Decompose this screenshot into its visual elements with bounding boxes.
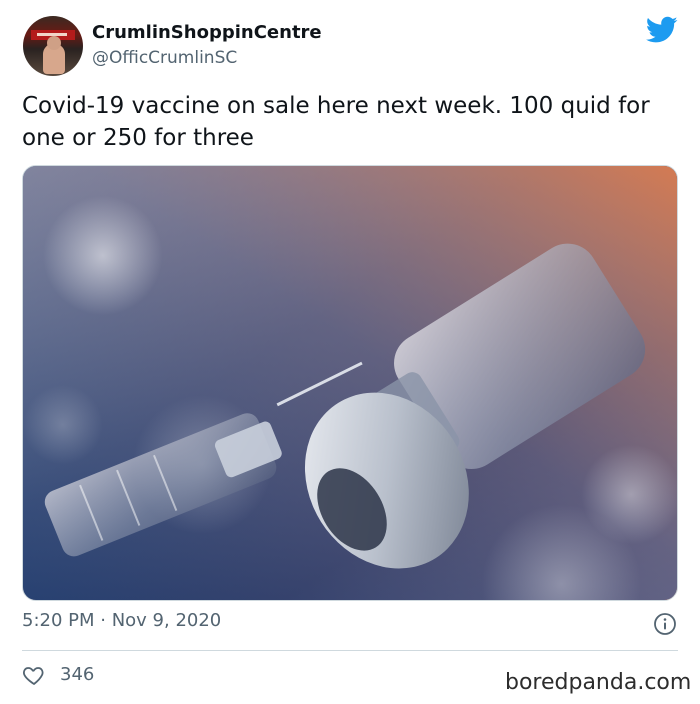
info-icon[interactable] xyxy=(653,612,677,636)
vaccine-vial-syringe-photo xyxy=(23,166,677,600)
heart-icon[interactable] xyxy=(22,663,46,687)
tweet-text: Covid-19 vaccine on sale here next week.… xyxy=(22,93,650,151)
author-handle[interactable]: @OfficCrumlinSC xyxy=(92,48,237,68)
tweet-timestamp[interactable]: 5:20 PM · Nov 9, 2020 xyxy=(22,610,221,631)
avatar[interactable] xyxy=(23,16,83,76)
watermark: boredpanda.com xyxy=(505,670,692,695)
author-display-name[interactable]: CrumlinShoppinCentre xyxy=(92,22,322,43)
avatar-head-graphic xyxy=(47,36,61,50)
twitter-bird-icon[interactable] xyxy=(646,16,678,44)
tweet-media-image[interactable] xyxy=(22,165,678,601)
like-count[interactable]: 346 xyxy=(60,664,94,685)
divider xyxy=(22,650,678,651)
